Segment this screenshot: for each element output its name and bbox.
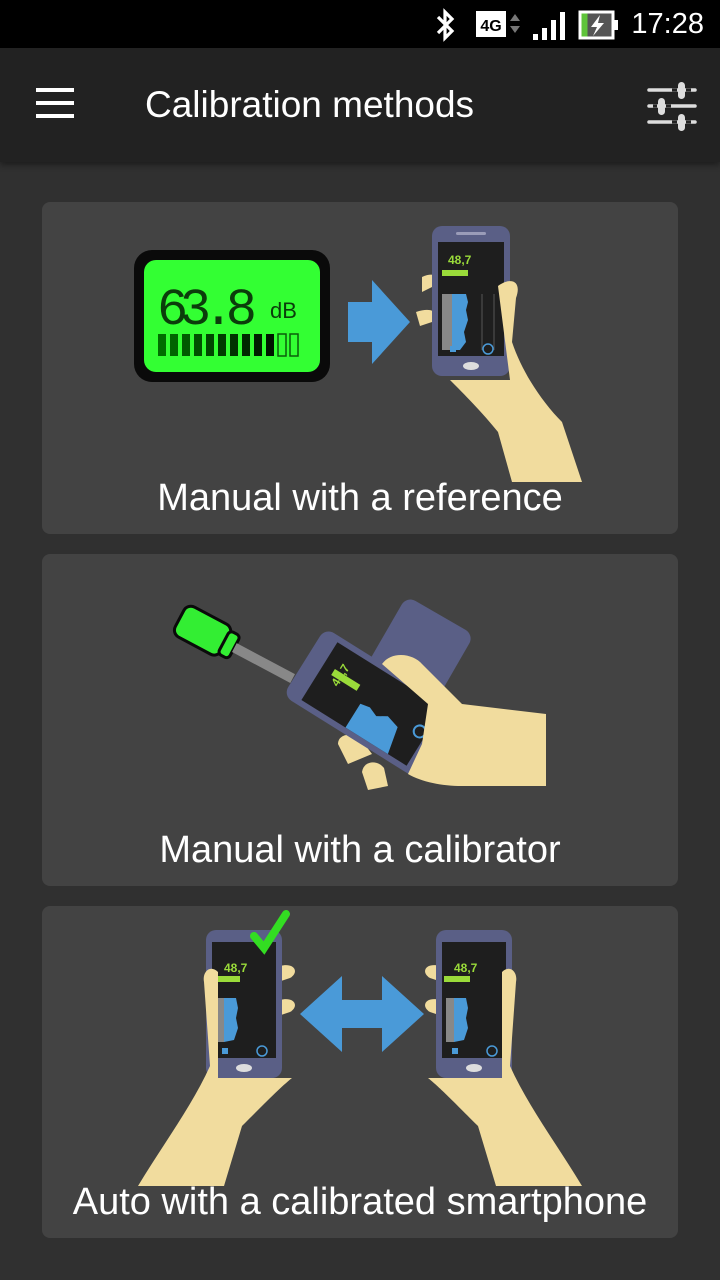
meter-unit: dB bbox=[270, 298, 297, 323]
lcd-level-segment bbox=[266, 334, 274, 356]
lcd-level-segment bbox=[194, 334, 202, 356]
signal-icon bbox=[533, 12, 565, 40]
hamburger-menu-icon[interactable] bbox=[36, 88, 76, 120]
svg-text:48,7: 48,7 bbox=[454, 961, 478, 975]
method-card-auto-smartphone[interactable]: 48,7 48,7 Auto with a calibrated smartph… bbox=[42, 906, 678, 1238]
lcd-level-segment bbox=[158, 334, 166, 356]
svg-text:48,7: 48,7 bbox=[448, 253, 472, 267]
4g-icon: 4G bbox=[476, 11, 520, 37]
method-label: Manual with a calibrator bbox=[159, 829, 561, 871]
arrow-right-icon bbox=[348, 280, 410, 364]
lcd-level-segment bbox=[242, 334, 250, 356]
svg-text:4G: 4G bbox=[480, 18, 501, 35]
lcd-level-segment bbox=[170, 334, 178, 356]
tune-sliders-icon[interactable] bbox=[646, 80, 698, 132]
method-card-manual-reference[interactable]: 63.8 dB 48,7 Manual with a reference bbox=[42, 202, 678, 534]
app-bar: Calibration methods bbox=[0, 48, 720, 162]
page-title: Calibration methods bbox=[145, 84, 475, 125]
clock: 17:28 bbox=[631, 8, 704, 40]
method-card-manual-calibrator[interactable]: 48,7 Manual with a calibrator bbox=[42, 554, 678, 886]
manual-calibrator-illustration: 48,7 bbox=[172, 599, 546, 790]
lcd-level-segment bbox=[254, 334, 262, 356]
method-label: Manual with a reference bbox=[157, 477, 563, 519]
sound-level-meter-lcd: 63.8 dB bbox=[134, 250, 330, 382]
lcd-level-segment bbox=[218, 334, 226, 356]
battery-charging-icon bbox=[578, 10, 618, 40]
bluetooth-icon bbox=[436, 8, 455, 42]
meter-reading: 63.8 bbox=[157, 281, 257, 340]
manual-reference-illustration: 63.8 dB 48,7 bbox=[134, 226, 582, 482]
phone-illustration-right: 48,7 bbox=[436, 930, 512, 1078]
status-bar: 4G 17:28 bbox=[0, 0, 720, 48]
lcd-level-segment bbox=[230, 334, 238, 356]
lcd-level-segment bbox=[182, 334, 190, 356]
double-arrow-icon bbox=[300, 976, 424, 1052]
phone-illustration: 48,7 bbox=[432, 226, 510, 376]
lcd-level-segment bbox=[206, 334, 214, 356]
svg-text:48,7: 48,7 bbox=[224, 961, 248, 975]
method-label: Auto with a calibrated smartphone bbox=[72, 1181, 648, 1223]
auto-smartphone-illustration: 48,7 48,7 bbox=[138, 910, 582, 1186]
calibrator-device bbox=[172, 604, 295, 683]
